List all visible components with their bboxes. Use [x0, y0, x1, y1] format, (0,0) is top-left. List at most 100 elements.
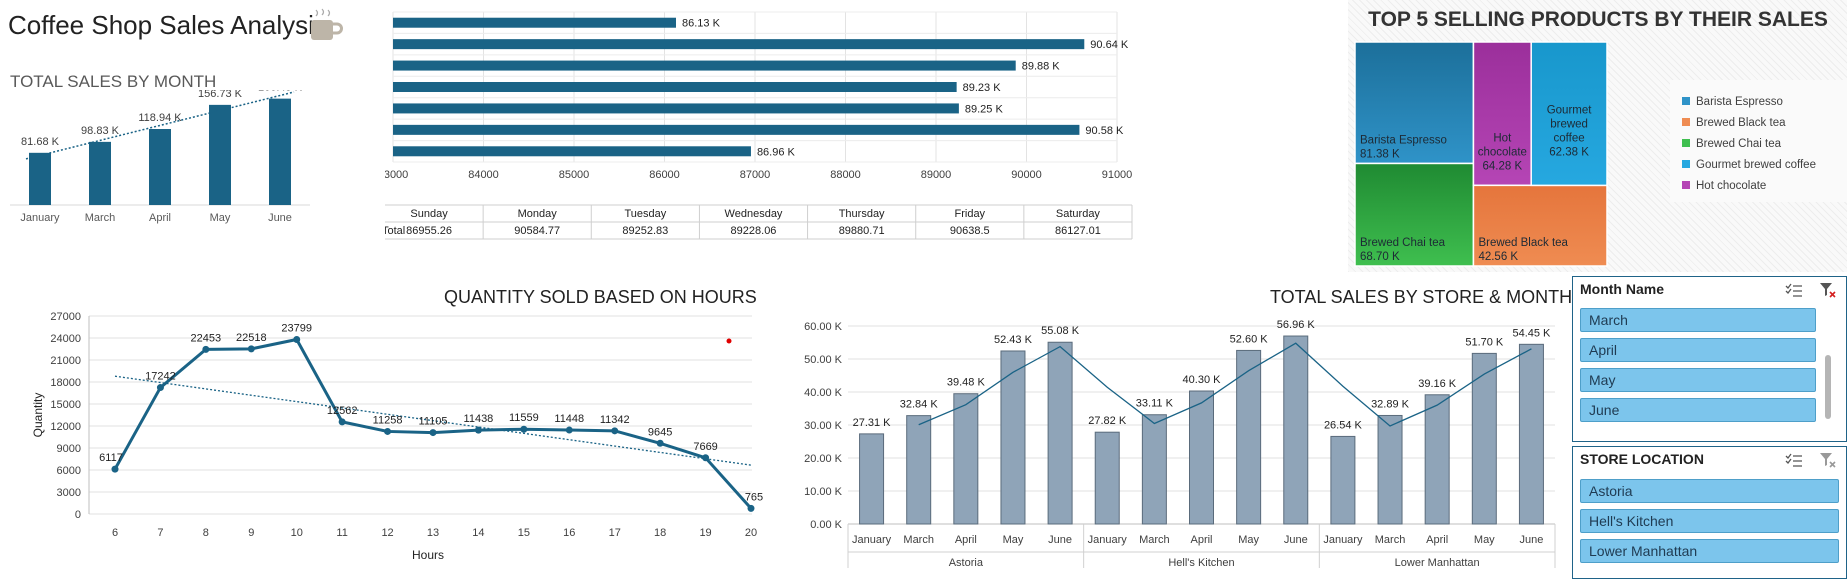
data-label: 6117	[99, 452, 123, 464]
data-label: 89.25 K	[965, 103, 1004, 115]
bar	[1000, 350, 1026, 525]
bar	[209, 104, 231, 205]
tick-label: 15	[518, 527, 530, 539]
bar	[149, 129, 171, 205]
sales-by-month-title: TOTAL SALES BY MONTH	[10, 72, 217, 91]
legend-label: Brewed Black tea	[1696, 117, 1786, 129]
tick-label: April	[149, 212, 171, 224]
data-point	[565, 426, 573, 434]
data-label: 118.94 K	[138, 112, 182, 124]
tick-label: 87000	[740, 169, 771, 181]
data-label: 86.13 K	[682, 18, 721, 30]
data-label: 81.68 K	[21, 136, 60, 148]
data-point	[520, 425, 528, 433]
dashboard-title: Coffee Shop Sales Analysis	[8, 10, 327, 40]
tick-label: 7	[157, 527, 163, 539]
tick-label: 14	[472, 527, 484, 539]
tick-label: 3000	[57, 487, 81, 499]
tick-label: 91000	[1102, 169, 1133, 181]
bar	[89, 141, 111, 205]
bar	[393, 60, 1016, 71]
data-label: 22518	[236, 332, 267, 344]
tick-label: 24000	[50, 333, 81, 345]
table-cell: 90638.5	[950, 225, 990, 237]
data-label: 26.54 K	[1324, 419, 1363, 431]
data-point	[429, 429, 437, 437]
bar	[269, 98, 291, 205]
tick-label: January	[1323, 534, 1363, 546]
data-label: 52.43 K	[994, 334, 1033, 346]
treemap-value: 62.38 K	[1549, 146, 1589, 158]
multi-select-icon[interactable]	[1785, 453, 1803, 469]
tick-label: January	[1088, 534, 1128, 546]
data-label: 90.58 K	[1085, 125, 1124, 137]
tick-label: 50.00 K	[804, 354, 843, 366]
tick-label: May	[1003, 534, 1024, 546]
month-slicer-item-june[interactable]: June	[1580, 398, 1816, 422]
table-cell: 89880.71	[839, 225, 885, 237]
y-axis-title: Quantity	[31, 393, 45, 438]
clear-filter-icon[interactable]	[1819, 282, 1837, 299]
data-label: 39.16 K	[1418, 378, 1457, 390]
tick-label: 0.00 K	[810, 519, 842, 531]
treemap-value: 68.70 K	[1360, 251, 1400, 263]
tick-label: June	[1048, 534, 1072, 546]
data-label: 17242	[145, 371, 176, 383]
data-label: 52.60 K	[1230, 333, 1269, 345]
bar	[393, 17, 676, 28]
treemap-label: Brewed Black tea	[1478, 237, 1568, 249]
store-slicer-item-lower-manhattan[interactable]: Lower Manhattan	[1580, 539, 1839, 563]
table-header: Friday	[955, 208, 986, 220]
tick-label: 6	[112, 527, 118, 539]
month-slicer-item-april[interactable]: April	[1580, 338, 1816, 362]
clear-filter-icon[interactable]	[1819, 452, 1837, 469]
bar	[906, 415, 932, 525]
data-point	[247, 345, 255, 353]
tick-label: March	[1139, 534, 1170, 546]
bar	[1377, 414, 1403, 525]
tick-label: 18000	[50, 377, 81, 389]
tick-label: 10	[291, 527, 303, 539]
store-slicer-item-hells-kitchen[interactable]: Hell's Kitchen	[1580, 509, 1839, 533]
data-point	[202, 345, 210, 353]
store-slicer-item-astoria[interactable]: Astoria	[1580, 479, 1839, 503]
table-cell: 86127.01	[1055, 225, 1101, 237]
tick-label: 88000	[830, 169, 861, 181]
data-point	[338, 418, 346, 426]
data-label: 23799	[281, 322, 312, 334]
bar	[1094, 431, 1120, 525]
data-label: 11342	[600, 414, 630, 426]
bar	[1283, 335, 1309, 525]
tick-label: 30.00 K	[804, 420, 843, 432]
legend-label: Hot chocolate	[1696, 180, 1766, 192]
group-label: Hell's Kitchen	[1168, 557, 1234, 569]
bar	[953, 393, 979, 525]
data-label: 33.11 K	[1136, 398, 1174, 410]
treemap-label: Hot	[1493, 132, 1512, 144]
tick-label: 16	[563, 527, 575, 539]
treemap-label: Gourmet	[1547, 104, 1593, 116]
bar	[1141, 414, 1167, 525]
data-label: 11438	[464, 413, 494, 425]
month-slicer-item-march[interactable]: March	[1580, 308, 1816, 332]
tick-label: April	[1426, 534, 1448, 546]
x-axis-title: Hours	[412, 548, 444, 562]
tick-label: 40.00 K	[804, 387, 843, 399]
bar	[1424, 394, 1450, 525]
month-slicer-scrollbar[interactable]	[1825, 355, 1831, 419]
tick-label: 6000	[57, 465, 81, 477]
group-label: Astoria	[949, 557, 984, 569]
data-point	[656, 439, 664, 447]
data-label: 32.89 K	[1371, 398, 1410, 410]
data-label: 51.70 K	[1465, 336, 1504, 348]
data-label: 11448	[554, 413, 584, 425]
tick-label: 89000	[921, 169, 952, 181]
month-slicer-item-may[interactable]: May	[1580, 368, 1816, 392]
data-point	[384, 427, 392, 435]
data-label: 22453	[191, 332, 222, 344]
table-header: Tuesday	[624, 208, 666, 220]
table-header: Thursday	[839, 208, 885, 220]
table-cell: 89228.06	[731, 225, 777, 237]
multi-select-icon[interactable]	[1785, 283, 1803, 299]
tick-label: 21000	[50, 355, 81, 367]
